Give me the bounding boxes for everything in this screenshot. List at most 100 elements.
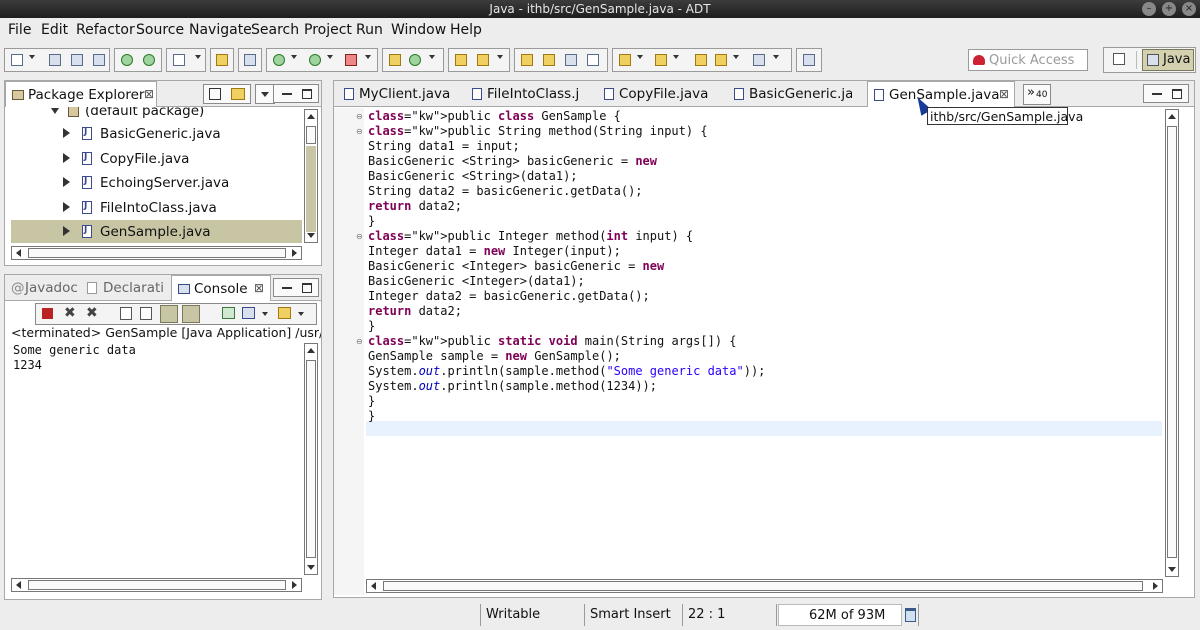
tab-basicgeneric[interactable]: BasicGeneric.ja (730, 81, 852, 107)
skip-breakpoints-button[interactable] (242, 52, 258, 68)
collapse-all-icon[interactable] (209, 88, 221, 100)
remove-launch-icon[interactable]: ✖ (64, 305, 76, 321)
package-explorer-hscrollbar[interactable] (11, 246, 302, 260)
code-line[interactable]: Integer data2 = basicGeneric.getData(); (368, 289, 1164, 304)
menu-file[interactable]: File (8, 22, 31, 38)
code-line[interactable]: BasicGeneric <String> basicGeneric = new (368, 154, 1164, 169)
fold-marker-icon[interactable]: ⊖ (356, 112, 363, 121)
tree-item-default-package[interactable]: (default package) (11, 107, 302, 123)
code-line[interactable]: } (368, 319, 1164, 334)
scroll-right-arrow-icon[interactable] (292, 249, 297, 257)
forward-button[interactable] (751, 52, 767, 68)
editor-hscrollbar[interactable] (366, 579, 1163, 593)
scroll-thumb[interactable] (28, 248, 286, 258)
scroll-left-arrow-icon[interactable] (16, 581, 21, 589)
remove-all-launches-icon[interactable]: ✖ (86, 305, 98, 321)
scroll-thumb[interactable] (383, 581, 1143, 591)
menu-source[interactable]: Source (136, 22, 184, 38)
print-button[interactable] (91, 52, 107, 68)
collapsed-chevron-icon[interactable] (63, 128, 70, 138)
link-with-editor-icon[interactable] (231, 88, 245, 100)
code-line[interactable]: System.out.println(sample.method("Some g… (368, 364, 1164, 379)
maximize-icon[interactable] (302, 89, 312, 99)
close-tab-icon[interactable]: ⊠ (999, 87, 1009, 101)
open-task-button[interactable] (475, 52, 491, 68)
code-line[interactable]: class="kw">public String method(String i… (368, 124, 1164, 139)
tab-console[interactable]: Console ⊠ (171, 275, 271, 301)
collapsed-chevron-icon[interactable] (63, 153, 70, 163)
menu-search[interactable]: Search (251, 22, 299, 38)
scroll-up-arrow-icon[interactable] (307, 114, 315, 119)
debug-dropdown-arrow-icon[interactable] (291, 55, 297, 59)
scroll-left-arrow-icon[interactable] (371, 582, 376, 590)
close-window-button[interactable]: × (1182, 2, 1196, 16)
lint-button[interactable] (171, 52, 187, 68)
tab-fileintoclass[interactable]: FileIntoClass.j (468, 81, 582, 107)
scroll-right-arrow-icon[interactable] (1153, 582, 1158, 590)
save-all-button[interactable] (69, 52, 85, 68)
new-class-dropdown-arrow-icon[interactable] (429, 55, 435, 59)
debug-button[interactable] (271, 52, 287, 68)
maximize-icon[interactable] (1172, 89, 1182, 99)
code-line[interactable]: System.out.println(sample.method(1234)); (368, 379, 1164, 394)
new-button[interactable] (9, 52, 25, 68)
tab-gensample[interactable]: GenSample.java ⊠ (867, 81, 1015, 107)
code-line[interactable]: String data1 = input; (368, 139, 1164, 154)
trash-gc-icon[interactable] (905, 608, 916, 622)
next-annotation-button[interactable] (617, 52, 633, 68)
avd-manager-button[interactable] (141, 52, 157, 68)
close-tab-icon[interactable]: ⊠ (254, 281, 264, 295)
code-line[interactable]: GenSample sample = new GenSample(); (368, 349, 1164, 364)
menu-help[interactable]: Help (450, 22, 482, 38)
code-line[interactable]: class="kw">public Integer method(int inp… (368, 229, 1164, 244)
show-whitespace-button[interactable] (585, 52, 601, 68)
console-output[interactable]: Some generic data 1234 (13, 343, 136, 373)
run-dropdown-arrow-icon[interactable] (327, 55, 333, 59)
open-console-dropdown-arrow-icon[interactable] (298, 312, 304, 316)
sdk-manager-button[interactable] (119, 52, 135, 68)
code-line[interactable]: class="kw">public static void main(Strin… (368, 334, 1164, 349)
show-on-stderr-icon[interactable] (182, 305, 200, 323)
scroll-down-arrow-icon[interactable] (307, 565, 315, 570)
editor-vscrollbar[interactable] (1165, 109, 1179, 577)
code-line[interactable]: } (368, 394, 1164, 409)
code-editor[interactable]: class="kw">public class GenSample {class… (368, 109, 1164, 439)
collapsed-chevron-icon[interactable] (63, 226, 70, 236)
code-line[interactable]: BasicGeneric <String>(data1); (368, 169, 1164, 184)
pin-editor-button[interactable] (801, 52, 817, 68)
tab-declaration[interactable]: Declarati (83, 275, 171, 301)
tree-item-copyfile[interactable]: CopyFile.java (5, 147, 300, 171)
tree-item-gensample[interactable]: GenSample.java (11, 220, 302, 243)
close-tab-icon[interactable]: ⊠ (144, 87, 154, 101)
package-explorer-vscrollbar[interactable] (304, 109, 318, 243)
minimize-icon[interactable] (282, 93, 292, 95)
code-line[interactable]: BasicGeneric <Integer>(data1); (368, 274, 1164, 289)
forward-dropdown-arrow-icon[interactable] (773, 55, 779, 59)
tree-item-fileintoclass[interactable]: FileIntoClass.java (5, 196, 300, 220)
run-button[interactable] (307, 52, 323, 68)
menu-navigate[interactable]: Navigate (189, 22, 252, 38)
toggle-word-wrap-button[interactable] (541, 52, 557, 68)
new-dropdown-arrow-icon[interactable] (29, 55, 35, 59)
scroll-right-arrow-icon[interactable] (292, 581, 297, 589)
code-line[interactable]: BasicGeneric <Integer> basicGeneric = ne… (368, 259, 1164, 274)
scroll-thumb[interactable] (306, 360, 316, 558)
tab-package-explorer[interactable]: Package Explorer ⊠ (5, 81, 157, 107)
open-task-dropdown-arrow-icon[interactable] (497, 55, 503, 59)
new-android-project-button[interactable] (214, 52, 230, 68)
quick-access-input[interactable]: Quick Access (968, 49, 1088, 71)
fold-marker-icon[interactable]: ⊖ (356, 337, 363, 346)
scroll-thumb[interactable] (306, 126, 316, 144)
minimize-icon[interactable] (1152, 93, 1162, 95)
code-line[interactable]: String data2 = basicGeneric.getData(); (368, 184, 1164, 199)
code-line[interactable]: } (368, 409, 1164, 424)
minimize-window-button[interactable]: – (1142, 2, 1156, 16)
menu-project[interactable]: Project (304, 22, 352, 38)
display-selected-console-icon[interactable] (242, 307, 255, 319)
open-type-button[interactable] (453, 52, 469, 68)
next-annotation-dropdown-arrow-icon[interactable] (637, 55, 643, 59)
external-tools-button[interactable] (343, 52, 359, 68)
lint-dropdown-arrow-icon[interactable] (195, 55, 201, 59)
back-dropdown-arrow-icon[interactable] (733, 55, 739, 59)
tree-item-echoingserver[interactable]: EchoingServer.java (5, 171, 300, 195)
